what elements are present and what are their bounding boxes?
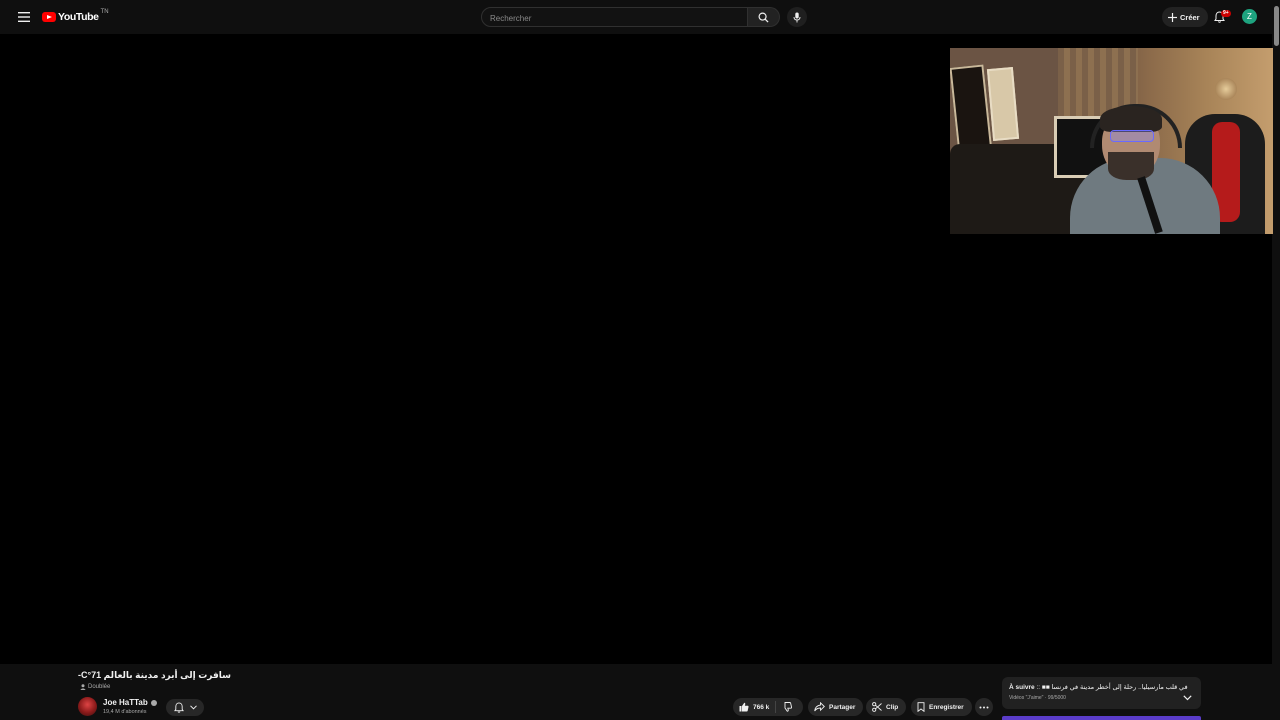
up-next-prefix: À suivre	[1009, 684, 1035, 691]
plus-icon	[1168, 12, 1177, 22]
search-button[interactable]	[748, 7, 780, 27]
up-next-card[interactable]: À suivre :: في قلب مارسيليا.. رحلة إلى أ…	[1002, 677, 1201, 709]
channel-name: Joe HaTTab	[103, 698, 148, 707]
share-arrow-icon	[814, 702, 825, 712]
scrollbar-thumb[interactable]	[1274, 6, 1279, 46]
search-field[interactable]	[481, 7, 748, 28]
scissors-icon	[872, 702, 882, 712]
bell-icon	[173, 702, 184, 713]
person-icon	[80, 684, 86, 690]
clip-label: Clip	[886, 703, 899, 711]
up-next-heading: À suivre :: في قلب مارسيليا.. رحلة إلى أ…	[1009, 683, 1188, 691]
thumbs-up-icon	[739, 702, 749, 712]
more-horizontal-icon	[979, 706, 989, 708]
play-logo-icon	[42, 12, 56, 22]
more-actions-button[interactable]	[975, 698, 993, 716]
expand-playlist-button[interactable]	[1183, 688, 1192, 706]
logo-text: YouTube	[58, 11, 99, 23]
account-avatar[interactable]: Z	[1242, 9, 1257, 24]
search-input[interactable]	[482, 9, 730, 28]
up-next-separator: ::	[1034, 684, 1042, 691]
up-next-playlist-info: Vidéos "J'aime" · 99/5000	[1009, 695, 1066, 701]
logo-country-code: TN	[100, 9, 109, 15]
voice-search-button[interactable]	[787, 7, 807, 27]
video-title: سافرت إلى أبرد مدينة بالعالم 71°C-	[78, 670, 231, 680]
share-button[interactable]: Partager	[808, 698, 864, 716]
like-dislike-group: 766 k	[733, 698, 803, 716]
audio-track-badge: Doublée	[80, 684, 110, 690]
search-icon	[758, 12, 769, 23]
create-label: Créer	[1180, 12, 1200, 22]
dislike-button[interactable]	[776, 702, 798, 712]
page-scrollbar[interactable]	[1273, 0, 1280, 720]
create-button[interactable]: Créer	[1162, 7, 1208, 27]
youtube-logo[interactable]: YouTube TN	[42, 9, 109, 25]
chevron-down-icon	[189, 705, 197, 710]
save-label: Enregistrer	[929, 703, 964, 711]
like-count: 766 k	[753, 703, 770, 711]
chevron-down-icon	[1183, 695, 1192, 701]
subscriber-count: 19,4 M d'abonnés	[103, 709, 147, 715]
audio-track-label: Doublée	[88, 684, 111, 690]
menu-icon[interactable]	[13, 6, 35, 28]
up-next-title: في قلب مارسيليا.. رحلة إلى أخطر مدينة في…	[1041, 684, 1188, 691]
subscription-notification-button[interactable]	[166, 699, 204, 716]
notification-count-badge: 9+	[1221, 10, 1231, 17]
microphone-icon	[793, 12, 801, 22]
like-button[interactable]: 766 k	[733, 701, 777, 713]
channel-avatar[interactable]	[78, 697, 97, 716]
thumbs-down-icon	[784, 702, 793, 712]
up-next-progress-bar	[1002, 716, 1201, 720]
share-label: Partager	[829, 703, 856, 711]
save-button[interactable]: Enregistrer	[911, 698, 972, 716]
clip-button[interactable]: Clip	[866, 698, 907, 716]
webcam-overlay-image	[950, 48, 1280, 234]
verified-check-icon	[150, 699, 157, 706]
masthead: YouTube TN Créer 9+ Z	[0, 0, 1280, 34]
channel-name-link[interactable]: Joe HaTTab	[103, 698, 157, 707]
bookmark-icon	[917, 702, 925, 712]
